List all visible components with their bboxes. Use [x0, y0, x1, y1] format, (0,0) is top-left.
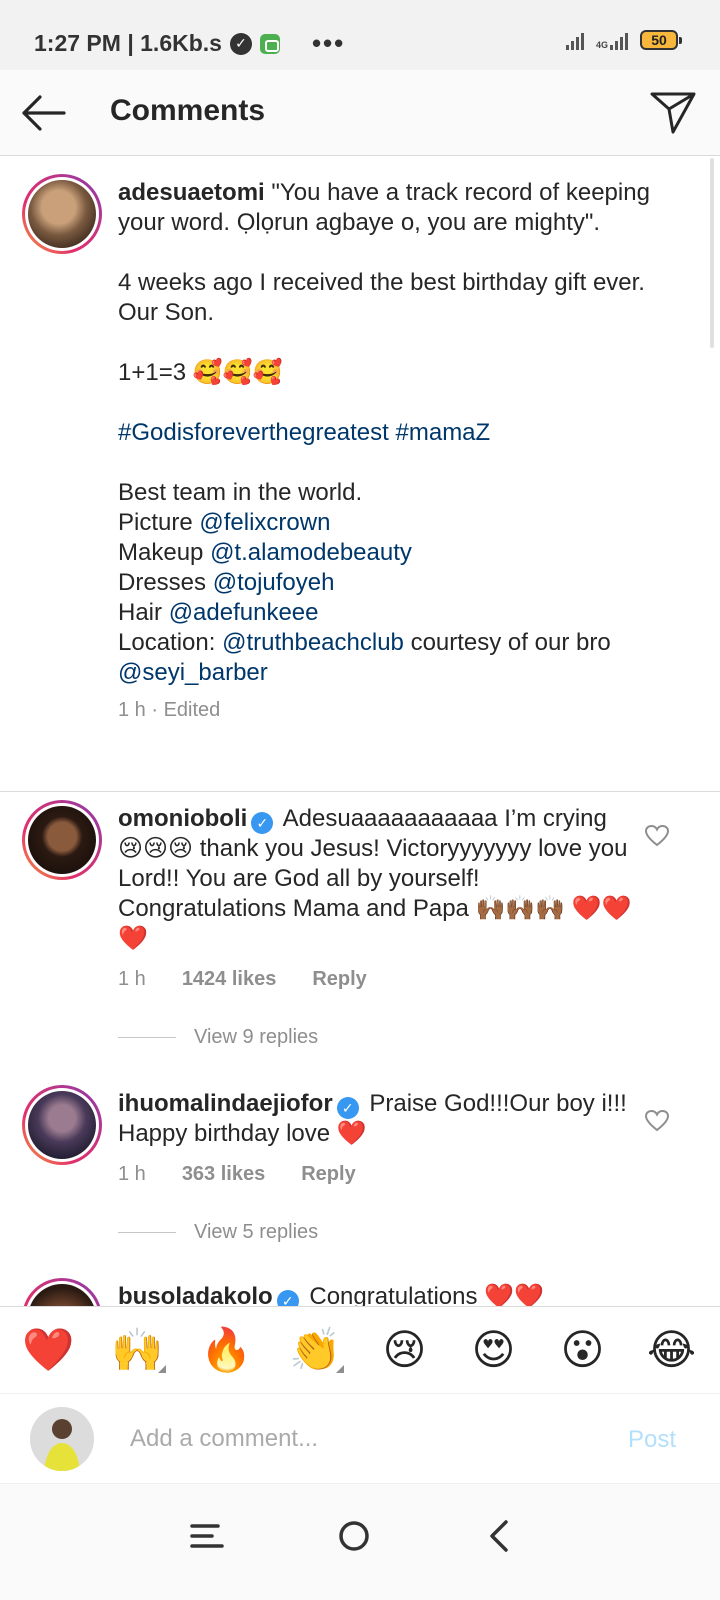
- back-button[interactable]: [18, 88, 70, 138]
- comment-likes[interactable]: 363 likes: [182, 1159, 265, 1189]
- comment-body: ihuomalindaejiofor ✓ Praise God!!!Our boy…: [118, 1089, 638, 1189]
- credit-label: Dresses: [118, 569, 207, 596]
- comment-username[interactable]: busoladakolo: [118, 1283, 273, 1306]
- status-bar: 1:27 PM | 1.6Kb.s ✓ ••• 4G 50: [0, 0, 720, 70]
- avatar[interactable]: [22, 1085, 102, 1165]
- app-notification-icon: [259, 33, 280, 54]
- comment-username[interactable]: ihuomalindaejiofor: [118, 1090, 333, 1117]
- avatar-image: [28, 1091, 96, 1159]
- emoji-laughing[interactable]: 😂: [642, 1325, 702, 1375]
- view-replies-button[interactable]: View 9 replies: [118, 1026, 318, 1049]
- system-nav-bar: [0, 1484, 720, 1600]
- network-type: 4G: [595, 40, 608, 50]
- avatar: [30, 1407, 94, 1471]
- emoji-heart-eyes[interactable]: 😍: [464, 1325, 524, 1375]
- post-button[interactable]: Post: [628, 1426, 676, 1454]
- app-header: Comments: [0, 70, 720, 156]
- comment-time: 1 h: [118, 968, 146, 990]
- mention-link[interactable]: @felixcrown: [199, 509, 330, 536]
- comment-body: omonioboli ✓ Adesuaaaaaaaaaaa I’m crying …: [118, 804, 638, 994]
- battery-icon: 50: [640, 30, 682, 50]
- comment-composer: Post: [0, 1394, 720, 1484]
- emoji-crying[interactable]: 😢: [375, 1325, 435, 1375]
- like-heart-icon[interactable]: [644, 824, 670, 848]
- comment-text: Congratulations ❤️❤️: [309, 1283, 544, 1306]
- divider-line: [118, 1037, 176, 1038]
- quick-emoji-bar: ❤️ 🙌 🔥 👏 😢 😍 😮 😂: [0, 1306, 720, 1394]
- like-heart-icon[interactable]: [644, 1109, 670, 1133]
- status-time-speed: 1:27 PM | 1.6Kb.s: [34, 30, 222, 56]
- emoji-surprised[interactable]: 😮: [553, 1325, 613, 1375]
- signal-4g-icon: [610, 32, 628, 50]
- credit-label: Hair: [118, 599, 163, 626]
- avatar[interactable]: [22, 800, 102, 880]
- caption-meta: 1 h · Edited: [118, 699, 221, 721]
- mention-link[interactable]: @tojufoyeh: [213, 569, 335, 596]
- emoji-clap[interactable]: 👏: [286, 1325, 346, 1375]
- caption-line-math: 1+1=3 🥰🥰🥰: [118, 359, 283, 386]
- mention-link[interactable]: @seyi_barber: [118, 659, 268, 686]
- comment-item: ihuomalindaejiofor ✓ Praise God!!!Our boy…: [0, 1085, 720, 1195]
- back-nav-button[interactable]: [470, 1506, 530, 1566]
- comment-likes[interactable]: 1424 likes: [182, 964, 277, 994]
- caption-line-gift: 4 weeks ago I received the best birthday…: [118, 269, 645, 326]
- comment-item: busoladakolo ✓ Congratulations ❤️❤️: [0, 1278, 720, 1306]
- checkmark-icon: ✓: [229, 32, 252, 55]
- reply-button[interactable]: Reply: [312, 964, 366, 994]
- emoji-raised-hands[interactable]: 🙌: [108, 1325, 168, 1375]
- comment-item: omonioboli ✓ Adesuaaaaaaaaaaa I’m crying …: [0, 800, 720, 1010]
- avatar[interactable]: [22, 174, 102, 254]
- post-caption: adesuaetomi "You have a track record of …: [0, 156, 720, 792]
- hashtag-link[interactable]: #mamaZ: [396, 419, 491, 446]
- avatar[interactable]: [22, 1278, 102, 1306]
- back-arrow-icon: [22, 95, 66, 131]
- comment-input[interactable]: [130, 1418, 590, 1460]
- avatar-image: [28, 180, 96, 248]
- scrollbar[interactable]: [710, 158, 714, 348]
- verified-badge-icon: ✓: [276, 1290, 299, 1306]
- avatar-image: [28, 1284, 96, 1306]
- signal-icon: [565, 32, 584, 50]
- home-button[interactable]: [324, 1506, 384, 1566]
- view-replies-button[interactable]: View 5 replies: [118, 1221, 318, 1244]
- emoji-heart[interactable]: ❤️: [19, 1325, 79, 1375]
- reply-button[interactable]: Reply: [301, 1159, 355, 1189]
- chevron-left-icon: [490, 1520, 508, 1552]
- mention-link[interactable]: @adefunkeee: [169, 599, 319, 626]
- view-replies-label: View 5 replies: [194, 1221, 319, 1243]
- page-title: Comments: [110, 94, 266, 127]
- verified-badge-icon: ✓: [251, 812, 274, 834]
- mention-link[interactable]: @t.alamodebeauty: [210, 539, 412, 566]
- credit-label: Picture: [118, 509, 193, 536]
- view-replies-label: View 9 replies: [194, 1026, 319, 1048]
- paper-plane-icon: [650, 92, 696, 134]
- mention-link[interactable]: @truthbeachclub: [222, 629, 404, 656]
- more-dots-icon: •••: [311, 28, 346, 58]
- avatar-image: [28, 806, 96, 874]
- verified-badge-icon: ✓: [336, 1097, 359, 1119]
- emoji-fire[interactable]: 🔥: [197, 1325, 257, 1375]
- comment-time: 1 h: [118, 1163, 146, 1185]
- comment-meta: 1 h 363 likes Reply: [118, 1159, 638, 1189]
- menu-button[interactable]: [178, 1506, 238, 1566]
- status-left: 1:27 PM | 1.6Kb.s ✓ •••: [34, 28, 345, 59]
- circle-home-icon: [339, 1521, 369, 1551]
- status-right: 4G 50: [565, 30, 682, 50]
- hashtag-link[interactable]: #Godisforeverthegreatest: [118, 419, 389, 446]
- comment-body: busoladakolo ✓ Congratulations ❤️❤️: [118, 1282, 638, 1306]
- divider-line: [118, 1232, 176, 1233]
- caption-username[interactable]: adesuaetomi: [118, 179, 265, 206]
- location-suffix: courtesy of our bro: [410, 629, 611, 656]
- share-button[interactable]: [646, 84, 700, 138]
- menu-lines-icon: [190, 1524, 224, 1548]
- credit-label: Makeup: [118, 539, 204, 566]
- caption-line-team: Best team in the world.: [118, 479, 363, 506]
- credit-label: Location:: [118, 629, 216, 656]
- comment-meta: 1 h 1424 likes Reply: [118, 964, 638, 994]
- comment-username[interactable]: omonioboli: [118, 805, 247, 832]
- caption-text: adesuaetomi "You have a track record of …: [118, 178, 678, 724]
- user-avatar-image: [30, 1407, 94, 1471]
